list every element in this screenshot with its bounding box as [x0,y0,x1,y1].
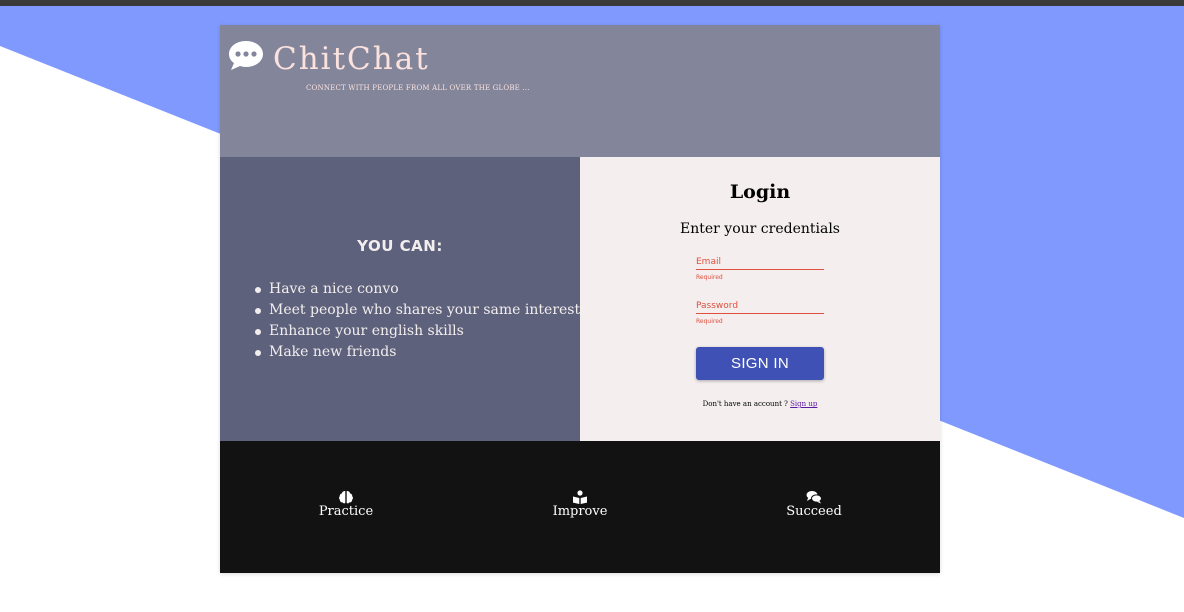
login-panel: Login Enter your credentials Email Requi… [580,157,940,441]
list-item: Enhance your english skills [255,321,587,342]
bullet-icon [255,350,261,356]
bullet-icon [255,308,261,314]
feature-text: Have a nice convo [269,281,399,297]
footer-label: Improve [552,504,608,519]
password-label: Password [696,301,739,311]
list-item: Have a nice convo [255,279,587,300]
password-underline [696,313,824,314]
bullet-icon [255,287,261,293]
footer: Practice Improve Succeed [220,441,940,573]
features-heading: YOU CAN: [357,237,443,255]
email-field[interactable]: Email Required [696,255,824,281]
footer-item-succeed: Succeed [744,490,884,519]
password-field[interactable]: Password Required [696,299,824,325]
sign-in-button[interactable]: SIGN IN [696,347,824,380]
signup-prompt: Don't have an account ? Sign up [580,400,940,408]
brand-name: ChitChat [273,41,430,77]
feature-text: Meet people who shares your same interes… [269,302,588,318]
feature-text: Enhance your english skills [269,323,464,339]
header: ChitChat CONNECT WITH PEOPLE FROM ALL OV… [220,25,940,157]
signup-prompt-text: Don't have an account ? [702,400,788,408]
email-label: Email [696,257,721,267]
list-item: Make new friends [255,342,587,363]
main-card: ChitChat CONNECT WITH PEOPLE FROM ALL OV… [220,25,940,573]
comments-icon [806,491,822,504]
brain-icon [339,491,353,504]
features-panel: YOU CAN: Have a nice convo Meet people w… [220,157,587,441]
login-subtitle: Enter your credentials [680,221,840,237]
brand-tagline: CONNECT WITH PEOPLE FROM ALL OVER THE GL… [306,84,530,92]
footer-item-practice: Practice [276,490,416,519]
book-reader-icon [573,490,587,504]
chat-bubble-icon [229,41,263,70]
feature-text: Make new friends [269,344,397,360]
footer-item-improve: Improve [510,490,650,519]
list-item: Meet people who shares your same interes… [255,300,588,321]
password-required-hint: Required [696,318,723,325]
footer-label: Succeed [786,504,842,519]
features-list: Have a nice convo Meet people who shares… [255,279,588,363]
email-underline [696,269,824,270]
sign-up-link[interactable]: Sign up [790,400,817,408]
login-title: Login [729,181,791,203]
bullet-icon [255,329,261,335]
email-required-hint: Required [696,274,723,281]
footer-label: Practice [318,504,374,519]
